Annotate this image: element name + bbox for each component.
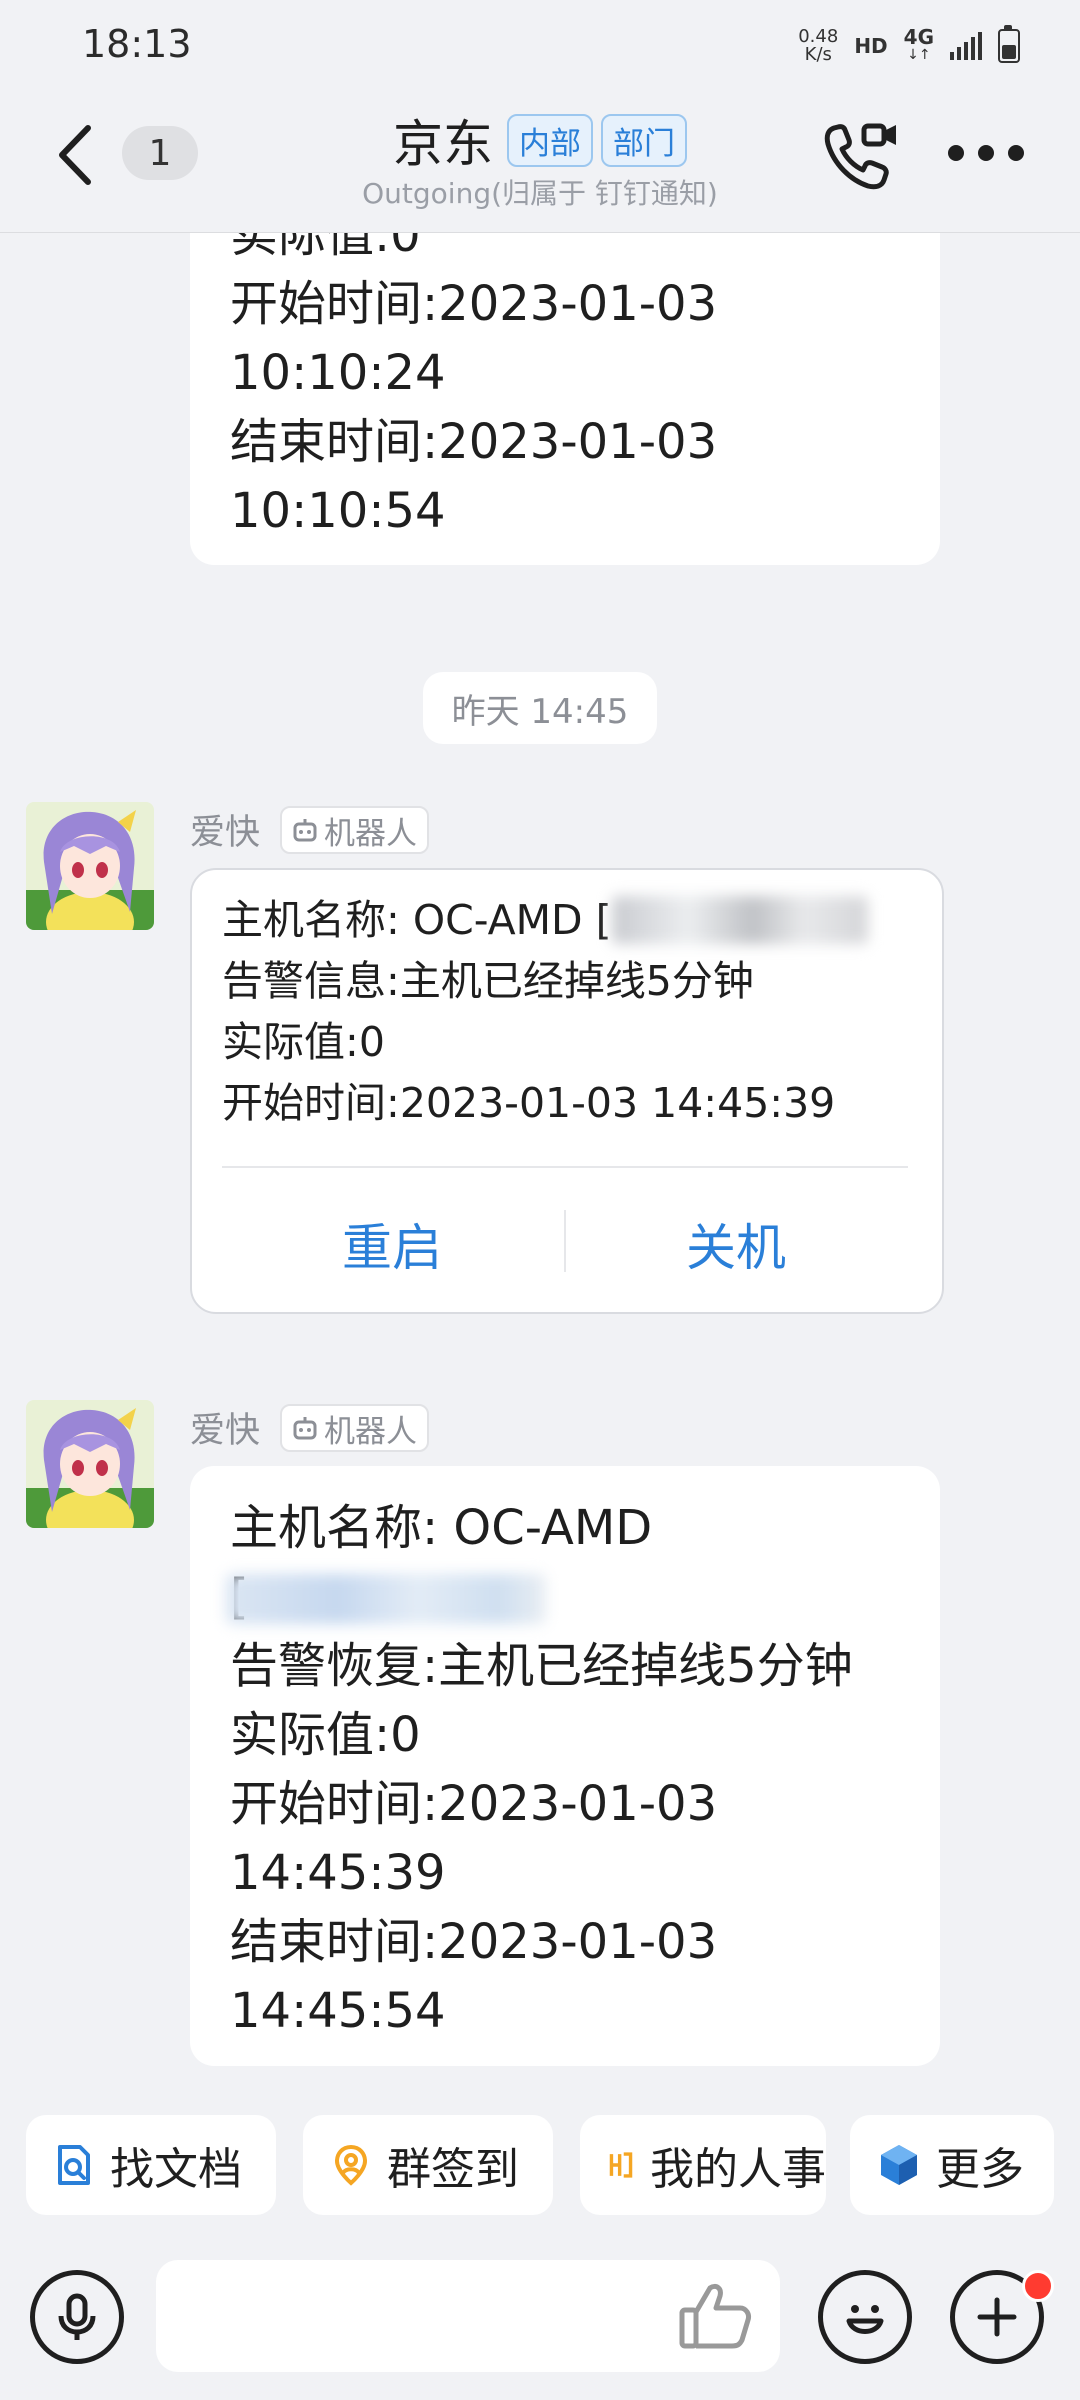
signal-icon xyxy=(950,32,982,60)
quick-action-my-hr[interactable]: 我的人事 xyxy=(580,2115,826,2215)
message-bubble[interactable]: 实际值:0 开始时间:2023-01-03 10:10:24 结束时间:2023… xyxy=(190,233,940,565)
tag-internal: 内部 xyxy=(507,113,593,167)
card-divider xyxy=(222,1166,908,1168)
quick-action-label: 我的人事 xyxy=(650,2144,826,2195)
message-line: 结束时间:2023-01-03 xyxy=(230,414,718,470)
tag-department: 部门 xyxy=(601,113,687,167)
document-search-icon xyxy=(58,2145,90,2185)
plus-icon xyxy=(977,2297,1017,2337)
sender-name: 爱快 xyxy=(190,813,261,853)
cube-icon xyxy=(881,2145,917,2185)
message-line: 告警恢复:主机已经掉线5分钟 xyxy=(230,1638,853,1694)
thumbs-up-button[interactable] xyxy=(676,2278,756,2354)
message-line: 14:45:39 xyxy=(230,1845,446,1901)
avatar-image xyxy=(26,802,154,930)
robot-icon xyxy=(293,819,317,842)
emoji-button[interactable] xyxy=(818,2270,912,2364)
call-button[interactable] xyxy=(820,118,900,192)
net-speed: 0.48 K/s xyxy=(798,28,838,64)
quick-action-label: 找文档 xyxy=(110,2144,242,2195)
voice-button[interactable] xyxy=(30,2270,124,2364)
message-line: 实际值:0 xyxy=(230,233,421,263)
net-speed-unit: K/s xyxy=(804,44,832,65)
sender-name: 爱快 xyxy=(190,1411,261,1451)
network-type: 4G xyxy=(903,25,934,49)
robot-tag: 机器人 xyxy=(280,1404,429,1452)
card-line: 实际值:0 xyxy=(222,1018,385,1066)
microphone-icon xyxy=(58,2293,96,2340)
phone-video-icon xyxy=(824,123,896,190)
avatar[interactable] xyxy=(26,802,154,930)
dot-icon xyxy=(948,145,964,161)
robot-icon xyxy=(293,1417,317,1440)
restart-button[interactable]: 重启 xyxy=(222,1208,562,1280)
message-line: 主机名称: OC-AMD xyxy=(230,1500,653,1556)
card-line: 告警信息:主机已经掉线5分钟 xyxy=(222,957,754,1005)
message-line: 10:10:24 xyxy=(230,345,446,401)
notification-dot xyxy=(1022,2270,1054,2302)
quick-action-label: 更多 xyxy=(936,2144,1024,2195)
hr-icon xyxy=(609,2152,633,2178)
card-line: 主机名称: OC-AMD [ xyxy=(222,896,612,944)
message-line: 开始时间:2023-01-03 xyxy=(230,1776,718,1832)
robot-tag: 机器人 xyxy=(280,806,429,854)
quick-action-find-docs[interactable]: 找文档 xyxy=(26,2115,276,2215)
message-line: 14:45:54 xyxy=(230,1983,446,2039)
redacted-area xyxy=(612,896,868,944)
redacted-area xyxy=(226,1574,546,1624)
card-line: 开始时间:2023-01-03 14:45:39 xyxy=(222,1079,836,1127)
avatar-image xyxy=(26,1400,154,1528)
more-options-button[interactable] xyxy=(948,135,1024,171)
time-divider: 昨天 14:45 xyxy=(423,672,657,744)
hd-icon: HD xyxy=(854,34,888,58)
avatar[interactable] xyxy=(26,1400,154,1528)
smile-icon xyxy=(846,2305,884,2334)
quick-action-more[interactable]: 更多 xyxy=(850,2115,1054,2215)
network-type-icon: 4G ↓↑ xyxy=(903,25,934,63)
chat-title-row: 京东 内部 部门 xyxy=(0,104,1080,176)
robot-tag-label: 机器人 xyxy=(324,1413,417,1450)
dot-icon xyxy=(1008,145,1024,161)
shutdown-button[interactable]: 关机 xyxy=(566,1208,906,1280)
quick-action-label: 群签到 xyxy=(387,2144,519,2195)
location-icon xyxy=(334,2144,368,2186)
status-icons: 0.48 K/s HD 4G ↓↑ xyxy=(798,25,1020,66)
message-line: 开始时间:2023-01-03 xyxy=(230,276,718,332)
dot-icon xyxy=(978,145,994,161)
thumbs-up-icon xyxy=(679,2283,751,2349)
battery-icon xyxy=(998,25,1020,63)
quick-action-check-in[interactable]: 群签到 xyxy=(303,2115,553,2215)
status-time: 18:13 xyxy=(82,22,192,66)
chat-subtitle: Outgoing(归属于 钉钉通知) xyxy=(362,177,718,210)
message-line: 结束时间:2023-01-03 xyxy=(230,1914,718,1970)
chat-title[interactable]: 京东 xyxy=(393,104,493,176)
robot-tag-label: 机器人 xyxy=(324,815,417,852)
message-line: 10:10:54 xyxy=(230,483,446,539)
message-line: 实际值:0 xyxy=(230,1707,421,1763)
